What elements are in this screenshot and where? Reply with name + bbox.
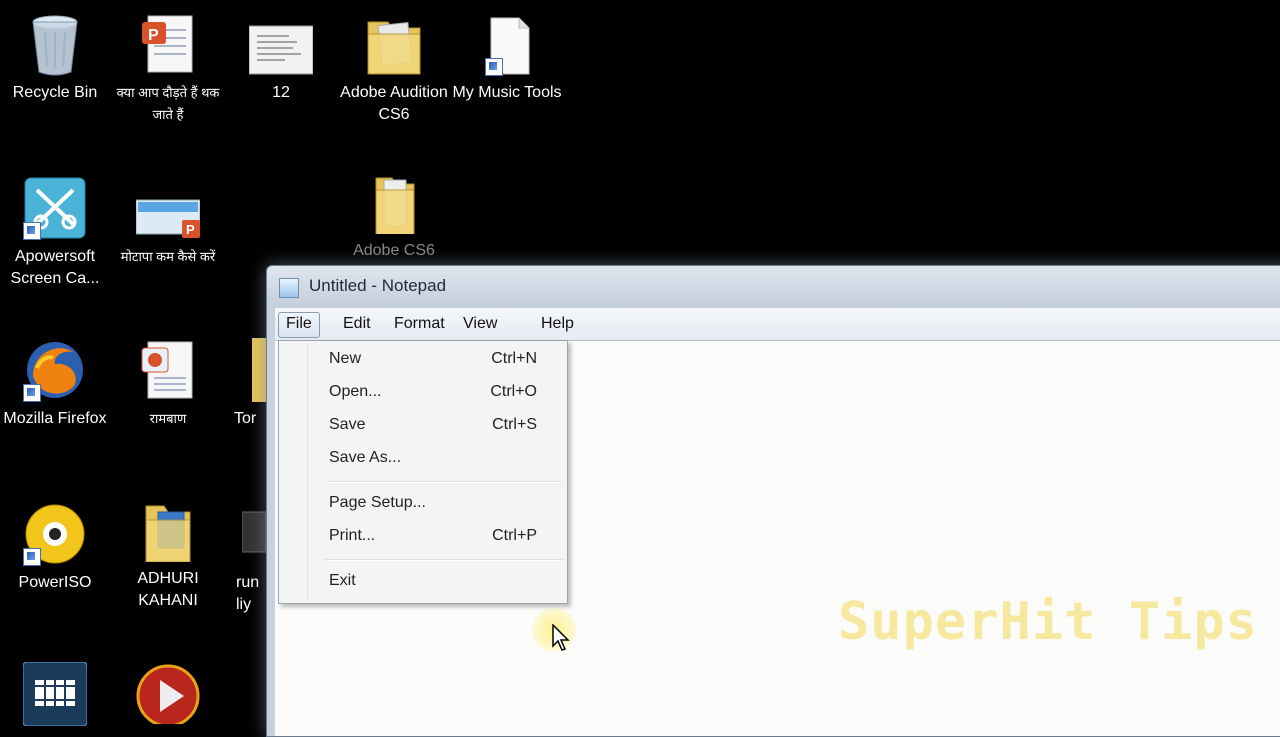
shortcut-arrow-icon bbox=[485, 58, 503, 76]
firefox-icon bbox=[23, 338, 87, 402]
desktop-icon-my-music-tools[interactable]: My Music Tools bbox=[452, 12, 562, 104]
menu-item-label: Page Setup... bbox=[329, 494, 426, 511]
desktop-icon-label: Mozilla Firefox bbox=[3, 410, 107, 427]
film-strip-icon bbox=[22, 661, 88, 727]
shortcut-arrow-icon bbox=[23, 548, 41, 566]
apowersoft-icon bbox=[23, 176, 87, 240]
title-bar[interactable]: Untitled - Notepad bbox=[267, 266, 1280, 306]
desktop-icon-poweriso[interactable]: PowerISO bbox=[0, 502, 110, 594]
menu-item-shortcut: Ctrl+S bbox=[492, 416, 537, 433]
menu-separator bbox=[325, 481, 563, 483]
menu-item-label: Save As... bbox=[329, 449, 402, 466]
shortcut-arrow-icon bbox=[23, 384, 41, 402]
menu-item-shortcut: Ctrl+N bbox=[491, 350, 537, 367]
poweriso-icon bbox=[23, 502, 87, 566]
desktop-icon-label: मोटापा कम कैसे करें bbox=[120, 249, 216, 264]
menu-item-save[interactable]: Save Ctrl+S bbox=[279, 410, 567, 440]
desktop-icon-label: My Music Tools bbox=[452, 84, 562, 101]
desktop-icon-label: Apowersoft Screen Ca... bbox=[10, 248, 100, 287]
menu-item-label: Save bbox=[329, 416, 366, 433]
menu-item-label: Exit bbox=[329, 572, 356, 589]
desktop-icon-ppt-2[interactable]: P मोटापा कम कैसे करें bbox=[113, 176, 223, 268]
desktop-icon-firefox[interactable]: Mozilla Firefox bbox=[0, 338, 110, 430]
watermark-text: SuperHit Tips bbox=[838, 592, 1258, 652]
recycle-bin-icon bbox=[23, 12, 87, 76]
desktop-icon-label: Recycle Bin bbox=[12, 84, 98, 101]
desktop-icon-apowersoft[interactable]: Apowersoft Screen Ca... bbox=[0, 176, 110, 290]
menu-file[interactable]: File bbox=[278, 312, 320, 338]
menu-item-label: Open... bbox=[329, 383, 382, 400]
desktop-icon-ppt-1[interactable]: P क्या आप दौड़ते हैं थक जाते हैं bbox=[113, 12, 223, 126]
desktop-icon-label: 12 bbox=[272, 84, 290, 101]
powerpoint-file-icon: P bbox=[136, 12, 200, 76]
desktop-icon-label: Adobe CS6 bbox=[353, 242, 435, 259]
mouse-cursor-icon bbox=[552, 623, 572, 652]
folder-icon bbox=[362, 170, 426, 241]
svg-text:P: P bbox=[186, 222, 195, 237]
menu-item-page-setup[interactable]: Page Setup... bbox=[279, 488, 567, 518]
desktop-icon-label: PowerISO bbox=[18, 574, 92, 591]
notepad-icon bbox=[279, 278, 299, 298]
desktop-icon-label: ADHURI KAHANI bbox=[137, 570, 199, 609]
desktop-icon-label: रामबाण bbox=[149, 411, 187, 426]
media-player-icon bbox=[136, 660, 200, 728]
menu-item-label: Print... bbox=[329, 527, 376, 544]
menu-item-open[interactable]: Open... Ctrl+O bbox=[279, 377, 567, 407]
powerpoint-file-icon bbox=[136, 338, 200, 402]
shortcut-arrow-icon bbox=[23, 222, 41, 240]
menu-item-print[interactable]: Print... Ctrl+P bbox=[279, 521, 567, 551]
svg-text:P: P bbox=[148, 27, 159, 44]
menu-item-new[interactable]: New Ctrl+N bbox=[279, 344, 567, 374]
desktop-icon-rambaan[interactable]: रामबाण bbox=[113, 338, 223, 430]
desktop-icon-label: Adobe Audition CS6 bbox=[340, 84, 448, 123]
menu-item-save-as[interactable]: Save As... bbox=[279, 443, 567, 473]
desktop-icon-run[interactable]: run liy bbox=[226, 502, 266, 616]
desktop-icon-label: run liy bbox=[236, 574, 260, 613]
desktop-icon-12[interactable]: 12 bbox=[226, 12, 336, 104]
menu-item-label: New bbox=[329, 350, 362, 367]
file-icon bbox=[241, 502, 266, 566]
document-thumbnail-icon bbox=[248, 12, 314, 76]
folder-icon bbox=[362, 12, 426, 76]
menu-item-shortcut: Ctrl+P bbox=[492, 527, 537, 544]
powerpoint-file-icon: P bbox=[135, 176, 201, 240]
menu-item-shortcut: Ctrl+O bbox=[490, 383, 537, 400]
desktop-icon-recycle-bin[interactable]: Recycle Bin bbox=[0, 12, 110, 104]
desktop-icon-label: क्या आप दौड़ते हैं थक जाते हैं bbox=[116, 85, 220, 122]
desktop-icon-adobe-audition[interactable]: Adobe Audition CS6 bbox=[339, 12, 449, 126]
desktop-icon-video-editor[interactable] bbox=[0, 661, 110, 732]
menu-edit[interactable]: Edit bbox=[336, 312, 378, 336]
window-title: Untitled - Notepad bbox=[309, 276, 447, 295]
menu-separator bbox=[325, 559, 563, 561]
file-menu-dropdown: New Ctrl+N Open... Ctrl+O Save Ctrl+S Sa… bbox=[278, 340, 568, 604]
file-shortcut-icon bbox=[475, 12, 539, 76]
folder-icon bbox=[136, 498, 200, 563]
menu-view[interactable]: View bbox=[456, 312, 504, 336]
menu-bar: File Edit Format View Help bbox=[275, 308, 1280, 341]
desktop-icon-adobe-cs6[interactable]: Adobe CS6 bbox=[339, 170, 449, 262]
desktop-icon-adhuri-kahani[interactable]: ADHURI KAHANI bbox=[113, 498, 223, 612]
menu-format[interactable]: Format bbox=[387, 312, 452, 336]
menu-item-exit[interactable]: Exit bbox=[279, 566, 567, 596]
menu-help[interactable]: Help bbox=[534, 312, 581, 336]
